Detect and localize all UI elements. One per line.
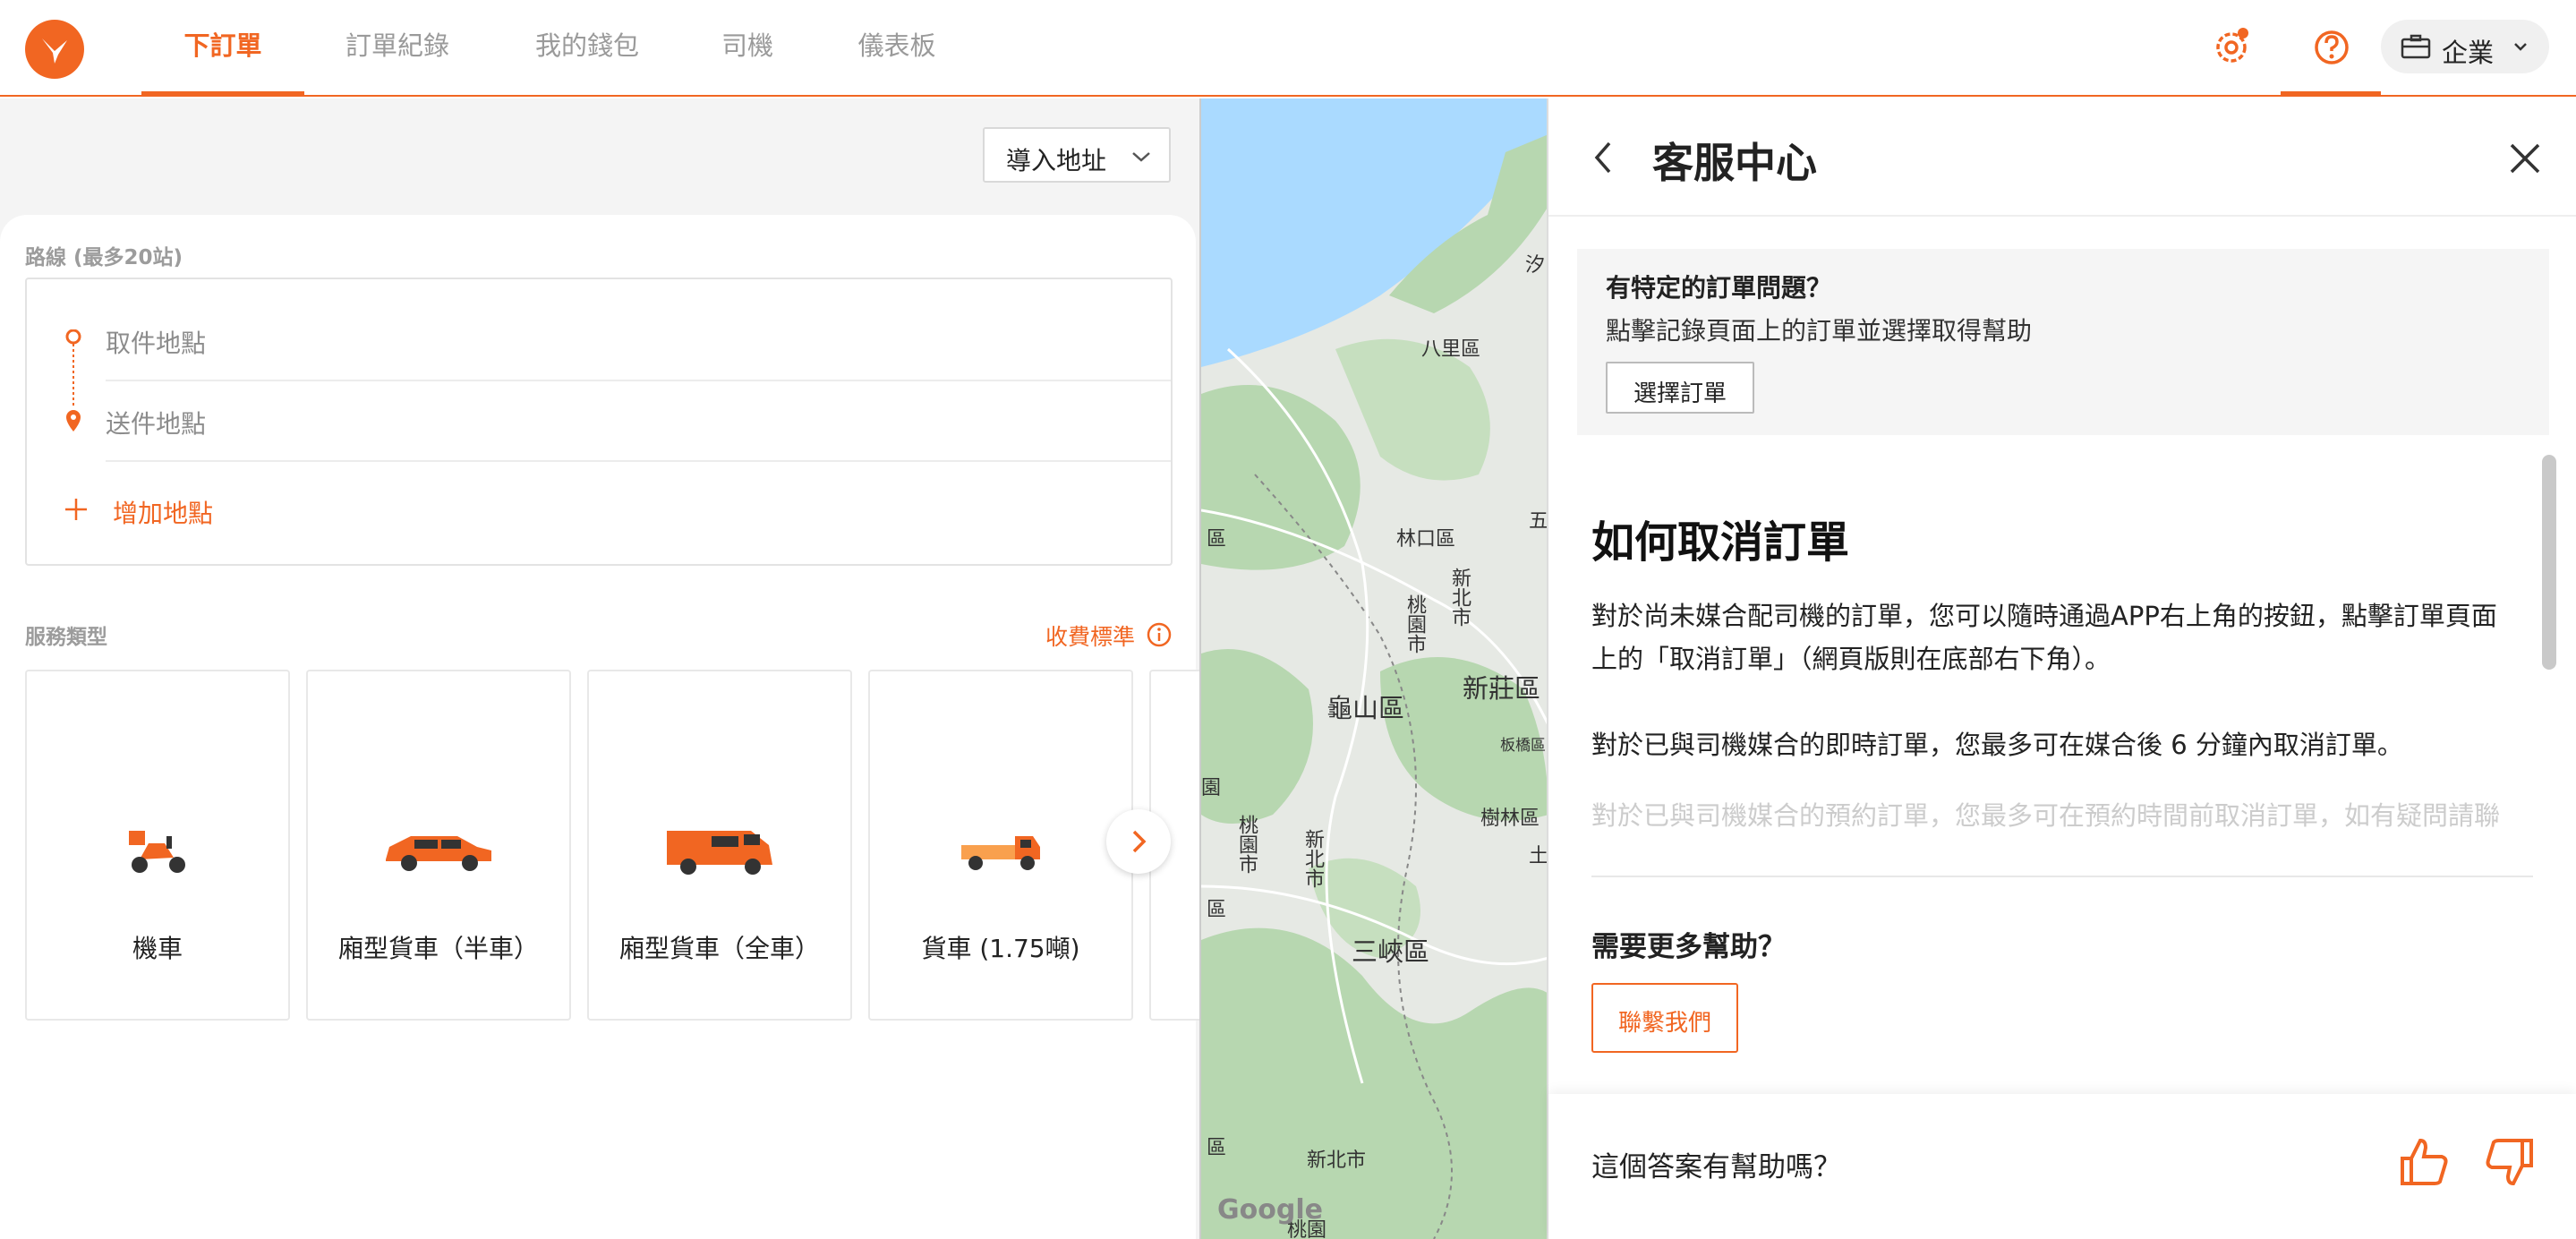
- header-divider: [1548, 215, 2576, 217]
- tab-dashboard[interactable]: 儀表板: [847, 0, 947, 95]
- chevron-down-icon: [1132, 152, 1150, 162]
- import-address-dropdown[interactable]: 導入地址: [983, 127, 1171, 183]
- map-label: 桃園市: [1403, 594, 1426, 654]
- back-arrow-icon[interactable]: [1590, 138, 1616, 177]
- service-card-motorcycle[interactable]: 機車: [25, 670, 290, 1021]
- van-icon: [667, 831, 772, 875]
- tab-order-history[interactable]: 訂單紀錄: [331, 0, 464, 95]
- service-card-suv[interactable]: 廂型貨車（半車）: [306, 670, 571, 1021]
- tab-place-order[interactable]: 下訂單: [141, 0, 304, 97]
- tab-drivers[interactable]: 司機: [707, 0, 788, 95]
- pricing-link[interactable]: 收費標準: [1045, 620, 1135, 652]
- order-form-card: 路線 (最多20站) 取件地點 送件地點 增加地點 服務類型 收費標準 機車 廂…: [0, 215, 1199, 1239]
- settings-gear-icon[interactable]: [2207, 23, 2256, 72]
- map-label: 五: [1529, 510, 1547, 533]
- briefcase-icon: [2401, 34, 2431, 59]
- map-view[interactable]: 汐 八里區 五 林口區 新北市 桃園市 龜山區 新莊區 區 土 樹林區 板橋區 …: [1199, 98, 1547, 1239]
- chevron-right-icon: [1132, 830, 1147, 853]
- route-divider: [106, 460, 1171, 462]
- article-paragraph-faded: 對於已與司機媒合的預約訂單，您最多可在預約時間前取消訂單，如有疑問請聯繫客服。: [1591, 800, 2501, 831]
- service-name: 廂型貨車（全車）: [618, 934, 820, 963]
- bird-logo-icon: [42, 38, 67, 64]
- help-active-indicator: [2281, 91, 2381, 97]
- service-name: 廂型貨車（半車）: [337, 934, 539, 963]
- top-nav: 下訂單 訂單紀錄 我的錢包 司機 儀表板 企業: [0, 0, 2576, 97]
- plus-icon: [65, 499, 87, 520]
- help-center-panel: 客服中心 有特定的訂單問題？ 點擊記錄頁面上的訂單並選擇取得幫助 選擇訂單 如何…: [1547, 98, 2576, 1239]
- article-paragraph: 對於尚未媒合配司機的訂單，您可以隨時通過APP右上角的按鈕，點擊訂單頁面上的「取…: [1591, 601, 2497, 674]
- map-label: 汐: [1525, 254, 1546, 277]
- map-label: 八里區: [1421, 338, 1481, 361]
- feedback-bar: 這個答案有幫助嗎？: [1548, 1094, 2576, 1239]
- map-label: 區: [1207, 528, 1227, 551]
- lalamove-logo[interactable]: [25, 20, 84, 79]
- services-next-button[interactable]: [1106, 809, 1171, 874]
- order-panel: 導入地址 路線 (最多20站) 取件地點 送件地點 增加地點 服務類型 收費標準…: [0, 98, 1199, 1239]
- help-center-title: 客服中心: [1652, 139, 1817, 187]
- close-icon[interactable]: [2508, 141, 2542, 175]
- route-divider: [106, 380, 1171, 381]
- help-question-icon[interactable]: [2307, 23, 2356, 72]
- tab-wallet[interactable]: 我的錢包: [521, 0, 653, 95]
- map-label: 龜山區: [1326, 693, 1405, 723]
- suv-icon: [386, 836, 491, 871]
- pickup-input[interactable]: 取件地點: [106, 324, 206, 360]
- select-order-button[interactable]: 選擇訂單: [1606, 362, 1754, 414]
- article-scrollbar[interactable]: [2542, 455, 2556, 670]
- order-question: 有特定的訂單問題？: [1606, 273, 1832, 303]
- truck-icon: [961, 836, 1040, 870]
- article-paragraph: 對於已與司機媒合的即時訂單，您最多可在媒合後 6 分鐘內取消訂單。: [1591, 730, 2403, 760]
- map-label: 樹林區: [1480, 807, 1540, 830]
- contact-us-button[interactable]: 聯繫我們: [1591, 983, 1738, 1053]
- order-question-desc: 點擊記錄頁面上的訂單並選擇取得幫助: [1606, 316, 2033, 346]
- chevron-down-icon: [2514, 43, 2527, 51]
- import-address-label: 導入地址: [1006, 146, 1107, 175]
- map-label: 三峽區: [1352, 936, 1430, 967]
- account-switcher[interactable]: 企業: [2381, 20, 2549, 73]
- order-question-box: 有特定的訂單問題？ 點擊記錄頁面上的訂單並選擇取得幫助 選擇訂單: [1577, 249, 2549, 435]
- map-label: 新莊區: [1463, 673, 1541, 704]
- info-icon[interactable]: [1146, 621, 1173, 648]
- map-label: 新北市: [1448, 568, 1471, 627]
- motorcycle-icon: [129, 831, 185, 873]
- contact-us-label: 聯繫我們: [1617, 1010, 1711, 1037]
- feedback-question: 這個答案有幫助嗎？: [1591, 1151, 1841, 1183]
- service-card-truck[interactable]: 貨車 (1.75噸): [868, 670, 1133, 1021]
- map-label: 桃園市: [1235, 815, 1258, 874]
- map-label: 林口區: [1396, 528, 1456, 551]
- article-divider: [1591, 876, 2533, 877]
- thumbs-up-icon[interactable]: [2395, 1133, 2452, 1191]
- thumbs-down-icon[interactable]: [2481, 1133, 2538, 1191]
- account-label: 企業: [2442, 38, 2495, 68]
- add-stop-label: 增加地點: [113, 499, 214, 528]
- article-title: 如何取消訂單: [1591, 517, 1850, 568]
- map-label: 區: [1207, 1137, 1227, 1159]
- service-card-van[interactable]: 廂型貨車（全車）: [587, 670, 852, 1021]
- google-attribution: Google: [1217, 1194, 1323, 1226]
- map-label: 新北市: [1307, 1149, 1367, 1172]
- map-label: 園: [1201, 777, 1222, 799]
- map-label: 土: [1529, 845, 1547, 867]
- route-box: 取件地點 送件地點 增加地點: [25, 278, 1173, 566]
- map-label: 板橋區: [1500, 737, 1546, 755]
- app-root: 下訂單 訂單紀錄 我的錢包 司機 儀表板 企業 導入地址 路線 (最多20站) …: [0, 0, 2576, 1239]
- more-help-heading: 需要更多幫助？: [1591, 931, 1786, 963]
- service-type-label: 服務類型: [25, 626, 107, 649]
- dropoff-input[interactable]: 送件地點: [106, 405, 206, 440]
- route-section-label: 路線 (最多20站): [25, 246, 183, 269]
- map-label: 區: [1207, 899, 1227, 921]
- select-order-label: 選擇訂單: [1633, 380, 1727, 407]
- service-name: 貨車 (1.75噸): [921, 934, 1080, 963]
- route-dots-icon: [65, 329, 81, 432]
- service-name: 機車: [132, 934, 183, 963]
- map-label: 新北市: [1301, 829, 1324, 888]
